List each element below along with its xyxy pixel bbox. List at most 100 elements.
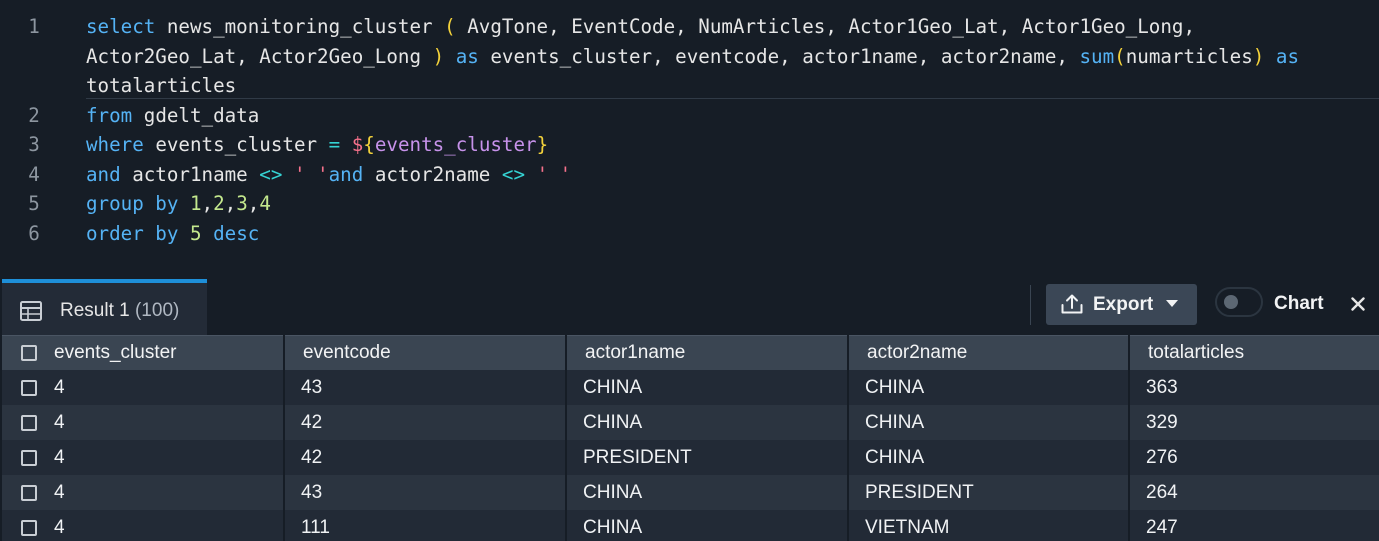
cell-totalarticles: 363 <box>1146 377 1178 398</box>
code-text: Actor2Geo_Lat, Actor2Geo_Long ) as event… <box>86 42 1299 72</box>
column-divider[interactable] <box>283 335 285 541</box>
editor-line-3[interactable]: 3 where events_cluster = ${events_cluste… <box>0 130 1379 160</box>
number-token: 4 <box>259 192 271 215</box>
operator-token: <> <box>501 162 525 186</box>
editor-line-1[interactable]: 1 select news_monitoring_cluster ( AvgTo… <box>0 12 1379 42</box>
keyword-token: select <box>86 15 156 38</box>
table-row[interactable]: 4 43 CHINA CHINA 363 <box>2 370 1379 405</box>
cell-actor2name: PRESIDENT <box>865 482 974 503</box>
column-header-actor1name[interactable]: actor1name <box>585 336 685 371</box>
column-header-eventcode[interactable]: eventcode <box>303 336 391 371</box>
number-token: 3 <box>236 192 248 215</box>
dollar-token: $ <box>351 133 364 156</box>
code-token: events_cluster, eventcode, actor1name, a… <box>478 44 1080 68</box>
code-text: where events_cluster = ${events_cluster} <box>86 130 548 160</box>
string-token: ' ' <box>536 162 572 186</box>
column-divider[interactable] <box>847 335 849 541</box>
paren-token: ( <box>444 15 456 38</box>
code-token: news_monitoring_cluster <box>155 15 445 38</box>
cell-actor2name: CHINA <box>865 447 925 468</box>
keyword-token: desc <box>213 221 260 245</box>
code-token: , <box>224 192 237 215</box>
row-checkbox[interactable] <box>21 520 37 536</box>
code-token: , <box>201 192 214 215</box>
column-header-totalarticles[interactable]: totalarticles <box>1148 336 1244 371</box>
table-row[interactable]: 4 43 CHINA PRESIDENT 264 <box>2 475 1379 510</box>
keyword-token: and <box>86 162 121 186</box>
chart-label: Chart <box>1274 293 1324 314</box>
editor-line-1-wrap[interactable]: Actor2Geo_Lat, Actor2Geo_Long ) as event… <box>0 42 1379 72</box>
cell-actor2name: CHINA <box>865 377 925 398</box>
code-text: totalarticles <box>86 71 236 101</box>
column-header-actor2name[interactable]: actor2name <box>867 336 967 371</box>
sql-editor[interactable]: 1 select news_monitoring_cluster ( AvgTo… <box>0 0 1379 262</box>
code-text: order by 5 desc <box>86 219 259 249</box>
code-text: and actor1name <> ' 'and actor2name <> '… <box>86 160 571 190</box>
table-row[interactable]: 4 42 PRESIDENT CHINA 276 <box>2 440 1379 475</box>
cell-events-cluster: 4 <box>54 517 65 538</box>
editor-line-6[interactable]: 6 order by 5 desc <box>0 219 1379 249</box>
cell-actor1name: CHINA <box>583 377 643 398</box>
keyword-token: as <box>1275 44 1300 68</box>
export-button[interactable]: Export <box>1046 284 1197 325</box>
editor-line-5[interactable]: 5 group by 1,2,3,4 <box>0 189 1379 219</box>
keyword-token: from <box>86 103 133 127</box>
export-label: Export <box>1093 294 1154 315</box>
cell-totalarticles: 264 <box>1146 482 1178 503</box>
line-number: 2 <box>28 103 40 127</box>
chart-toggle[interactable] <box>1215 287 1263 317</box>
cell-eventcode: 43 <box>301 482 323 503</box>
cell-actor1name: PRESIDENT <box>583 447 692 468</box>
close-icon[interactable] <box>1351 297 1365 311</box>
line-number: 1 <box>28 15 40 38</box>
cell-actor1name: CHINA <box>583 517 643 538</box>
toggle-knob <box>1224 295 1238 309</box>
cell-events-cluster: 4 <box>54 412 65 433</box>
table-header: events_cluster eventcode actor1name acto… <box>2 335 1379 370</box>
keyword-token: where <box>86 133 144 156</box>
result-table: events_cluster eventcode actor1name acto… <box>0 335 1379 541</box>
editor-line-2[interactable]: 2 from gdelt_data <box>0 101 1379 131</box>
row-checkbox[interactable] <box>21 380 37 396</box>
caret-down-icon <box>1166 300 1178 307</box>
number-token: 2 <box>213 192 225 215</box>
table-row[interactable]: 4 111 CHINA VIETNAM 247 <box>2 510 1379 541</box>
cell-actor2name: VIETNAM <box>865 517 950 538</box>
select-all-checkbox[interactable] <box>21 345 37 361</box>
cell-totalarticles: 247 <box>1146 517 1178 538</box>
brace-token: { <box>363 133 375 156</box>
column-divider[interactable] <box>1128 335 1130 541</box>
cell-actor1name: CHINA <box>583 412 643 433</box>
table-icon <box>20 301 42 321</box>
keyword-token: group by <box>86 192 179 215</box>
number-token: 1 <box>189 192 202 215</box>
row-checkbox[interactable] <box>21 450 37 466</box>
row-checkbox[interactable] <box>21 415 37 431</box>
operator-token: <> <box>259 162 283 186</box>
column-divider[interactable] <box>565 335 567 541</box>
cell-totalarticles: 276 <box>1146 447 1178 468</box>
line-number: 4 <box>28 162 40 186</box>
operator-token: = <box>328 133 341 156</box>
row-checkbox[interactable] <box>21 485 37 501</box>
cell-eventcode: 111 <box>301 517 330 538</box>
tab-result-1[interactable]: Result 1 (100) <box>2 279 207 335</box>
editor-line-1-wrap-2[interactable]: totalarticles <box>0 71 1379 101</box>
string-token: ' ' <box>293 162 329 186</box>
code-token: totalarticles <box>86 74 237 97</box>
cell-events-cluster: 4 <box>54 482 65 503</box>
query-editor-page: 1 select news_monitoring_cluster ( AvgTo… <box>0 0 1379 541</box>
table-row[interactable]: 4 42 CHINA CHINA 329 <box>2 405 1379 440</box>
cell-totalarticles: 329 <box>1146 412 1178 433</box>
variable-token: events_cluster <box>374 133 537 156</box>
column-header-events-cluster[interactable]: events_cluster <box>54 336 177 371</box>
editor-line-4[interactable]: 4 and actor1name <> ' 'and actor2name <>… <box>0 160 1379 190</box>
cell-actor2name: CHINA <box>865 412 925 433</box>
cell-actor1name: CHINA <box>583 482 643 503</box>
line-number: 5 <box>28 192 40 215</box>
